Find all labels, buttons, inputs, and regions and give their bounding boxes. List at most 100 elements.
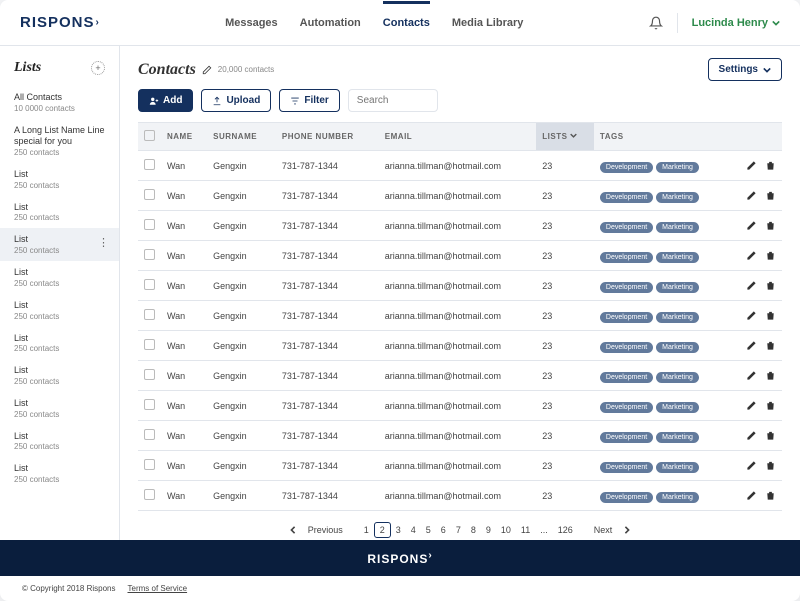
filter-button[interactable]: Filter — [279, 89, 339, 112]
sidebar-list-item[interactable]: List250 contacts — [0, 261, 119, 294]
page-3[interactable]: 3 — [391, 523, 406, 537]
edit-title-icon[interactable] — [202, 65, 212, 75]
edit-row-icon[interactable] — [746, 340, 757, 351]
lists-title: Lists — [14, 60, 41, 76]
row-checkbox[interactable] — [144, 219, 155, 230]
footer-brand-bar: RISPONS› — [0, 540, 800, 576]
sidebar-list-item[interactable]: List250 contacts — [0, 457, 119, 490]
cell-email: arianna.tillman@hotmail.com — [379, 271, 536, 301]
sidebar-list-item[interactable]: List250 contacts — [0, 163, 119, 196]
page-8[interactable]: 8 — [466, 523, 481, 537]
user-menu[interactable]: Lucinda Henry — [692, 17, 780, 29]
add-button[interactable]: Add — [138, 89, 193, 112]
table-row: WanGengxin731-787-1344arianna.tillman@ho… — [138, 481, 782, 511]
add-list-button[interactable]: + — [91, 61, 105, 75]
sidebar-list-item[interactable]: A Long List Name Line special for you250… — [0, 119, 119, 163]
page-1[interactable]: 1 — [359, 523, 374, 537]
search-input[interactable] — [348, 89, 438, 112]
col-tags[interactable]: TAGS — [594, 123, 734, 151]
page-10[interactable]: 10 — [496, 523, 516, 537]
row-checkbox[interactable] — [144, 489, 155, 500]
list-count: 250 contacts — [14, 410, 105, 419]
page-5[interactable]: 5 — [421, 523, 436, 537]
edit-row-icon[interactable] — [746, 160, 757, 171]
sidebar-list-item[interactable]: All Contacts10 0000 contacts — [0, 86, 119, 119]
sidebar-list-item[interactable]: List250 contacts — [0, 392, 119, 425]
edit-row-icon[interactable] — [746, 400, 757, 411]
row-checkbox[interactable] — [144, 279, 155, 290]
edit-row-icon[interactable] — [746, 460, 757, 471]
upload-button[interactable]: Upload — [201, 89, 271, 112]
nav-automation[interactable]: Automation — [300, 1, 361, 45]
footer: © Copyright 2018 Rispons Terms of Servic… — [0, 576, 800, 601]
next-page[interactable]: Next — [589, 523, 618, 537]
row-checkbox[interactable] — [144, 429, 155, 440]
col-name[interactable]: NAME — [161, 123, 207, 151]
cell-phone: 731-787-1344 — [276, 301, 379, 331]
delete-row-icon[interactable] — [765, 340, 776, 351]
nav-contacts[interactable]: Contacts — [383, 1, 430, 45]
list-count: 250 contacts — [14, 213, 105, 222]
sidebar-list-item[interactable]: List250 contacts — [0, 425, 119, 458]
delete-row-icon[interactable] — [765, 280, 776, 291]
row-checkbox[interactable] — [144, 249, 155, 260]
edit-row-icon[interactable] — [746, 490, 757, 501]
edit-row-icon[interactable] — [746, 190, 757, 201]
delete-row-icon[interactable] — [765, 310, 776, 321]
row-checkbox[interactable] — [144, 459, 155, 470]
chevron-right-icon[interactable] — [623, 526, 631, 534]
chevron-left-icon[interactable] — [289, 526, 297, 534]
delete-row-icon[interactable] — [765, 370, 776, 381]
delete-row-icon[interactable] — [765, 430, 776, 441]
cell-phone: 731-787-1344 — [276, 391, 379, 421]
page-11[interactable]: 11 — [516, 523, 535, 537]
delete-row-icon[interactable] — [765, 190, 776, 201]
tos-link[interactable]: Terms of Service — [128, 584, 188, 593]
sidebar-list-item[interactable]: List250 contacts⋮ — [0, 228, 119, 261]
cell-phone: 731-787-1344 — [276, 481, 379, 511]
page-2[interactable]: 2 — [374, 522, 391, 538]
list-count: 250 contacts — [14, 344, 105, 353]
row-checkbox[interactable] — [144, 309, 155, 320]
nav-messages[interactable]: Messages — [225, 1, 278, 45]
edit-row-icon[interactable] — [746, 280, 757, 291]
delete-row-icon[interactable] — [765, 250, 776, 261]
delete-row-icon[interactable] — [765, 460, 776, 471]
row-checkbox[interactable] — [144, 189, 155, 200]
edit-row-icon[interactable] — [746, 250, 757, 261]
select-all-checkbox[interactable] — [144, 130, 155, 141]
col-phone[interactable]: PHONE NUMBER — [276, 123, 379, 151]
page-7[interactable]: 7 — [451, 523, 466, 537]
delete-row-icon[interactable] — [765, 220, 776, 231]
page-9[interactable]: 9 — [481, 523, 496, 537]
sidebar-list-item[interactable]: List250 contacts — [0, 196, 119, 229]
sidebar-list-item[interactable]: List250 contacts — [0, 294, 119, 327]
nav-media[interactable]: Media Library — [452, 1, 524, 45]
row-checkbox[interactable] — [144, 159, 155, 170]
row-checkbox[interactable] — [144, 399, 155, 410]
settings-button[interactable]: Settings — [708, 58, 782, 81]
edit-row-icon[interactable] — [746, 220, 757, 231]
page-126[interactable]: 126 — [553, 523, 578, 537]
bell-icon[interactable] — [649, 16, 663, 30]
edit-row-icon[interactable] — [746, 430, 757, 441]
sidebar-list-item[interactable]: List250 contacts — [0, 359, 119, 392]
list-menu-icon[interactable]: ⋮ — [98, 236, 109, 249]
edit-row-icon[interactable] — [746, 370, 757, 381]
delete-row-icon[interactable] — [765, 490, 776, 501]
row-checkbox[interactable] — [144, 369, 155, 380]
col-lists[interactable]: LISTS — [536, 123, 594, 151]
table-row: WanGengxin731-787-1344arianna.tillman@ho… — [138, 151, 782, 181]
tag-badge: Marketing — [656, 492, 699, 503]
row-checkbox[interactable] — [144, 339, 155, 350]
sidebar-list-item[interactable]: List250 contacts — [0, 327, 119, 360]
edit-row-icon[interactable] — [746, 310, 757, 321]
col-surname[interactable]: SURNAME — [207, 123, 276, 151]
cell-tags: DevelopmentMarketing — [594, 391, 734, 421]
delete-row-icon[interactable] — [765, 160, 776, 171]
page-4[interactable]: 4 — [406, 523, 421, 537]
delete-row-icon[interactable] — [765, 400, 776, 411]
col-email[interactable]: EMAIL — [379, 123, 536, 151]
prev-page[interactable]: Previous — [303, 523, 348, 537]
page-6[interactable]: 6 — [436, 523, 451, 537]
